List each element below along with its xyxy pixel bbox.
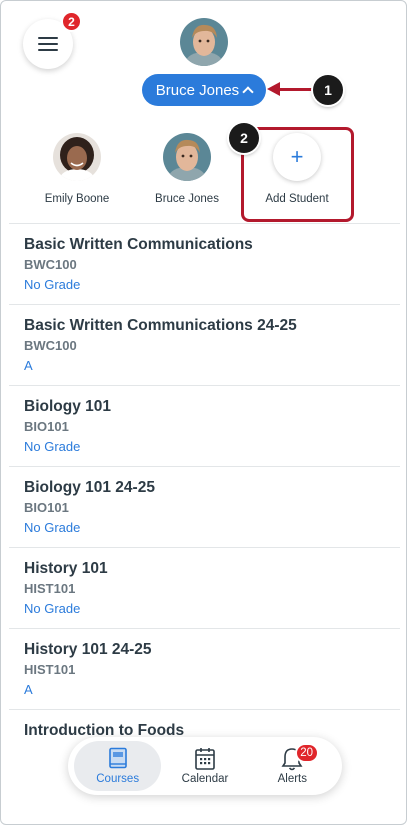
tab-courses[interactable]: Courses <box>74 741 162 791</box>
tab-alerts-label: Alerts <box>277 773 308 785</box>
list-item[interactable]: History 101 HIST101 No Grade <box>9 547 400 628</box>
tab-calendar[interactable]: Calendar <box>161 741 248 791</box>
course-code: BIO101 <box>24 419 69 434</box>
menu-badge: 2 <box>61 11 82 32</box>
list-item[interactable]: Biology 101 BIO101 No Grade <box>9 385 400 466</box>
add-student-label: Add Student <box>265 193 329 205</box>
course-name: History 101 24-25 <box>24 641 152 658</box>
avatar[interactable] <box>180 18 228 66</box>
callout-arrow-line <box>279 88 315 91</box>
list-item[interactable]: Basic Written Communications BWC100 No G… <box>9 223 400 304</box>
course-name: Basic Written Communications 24-25 <box>24 317 297 334</box>
course-code: BIO101 <box>24 500 69 515</box>
callout-arrow-head <box>267 82 280 96</box>
app-screen: 2 Bruce Jones 1 Emily Boone Bruce Jones … <box>0 0 407 825</box>
list-item[interactable]: History 101 24-25 HIST101 A <box>9 628 400 709</box>
course-grade: A <box>24 358 33 373</box>
course-code: BWC100 <box>24 338 77 353</box>
student-emily-boone[interactable]: Emily Boone <box>32 133 122 205</box>
course-name: Basic Written Communications <box>24 236 253 253</box>
tab-calendar-label: Calendar <box>181 773 229 785</box>
student-selector-label: Bruce Jones <box>155 81 240 99</box>
course-code: BWC100 <box>24 257 77 272</box>
course-grade: No Grade <box>24 520 81 535</box>
course-name: History 101 <box>24 560 108 577</box>
course-name: Biology 101 <box>24 398 111 415</box>
plus-icon: + <box>273 133 321 181</box>
alerts-badge: 20 <box>294 743 319 763</box>
avatar <box>163 133 211 181</box>
course-list: Basic Written Communications BWC100 No G… <box>9 223 400 790</box>
book-icon <box>108 747 128 771</box>
course-grade: No Grade <box>24 601 81 616</box>
course-grade: A <box>24 682 33 697</box>
calendar-icon <box>194 747 216 771</box>
tab-alerts[interactable]: Alerts 20 <box>249 741 336 791</box>
student-bruce-jones[interactable]: Bruce Jones <box>142 133 232 205</box>
callout-number-2: 2 <box>229 123 259 153</box>
list-item[interactable]: Biology 101 24-25 BIO101 No Grade <box>9 466 400 547</box>
student-name: Emily Boone <box>44 193 110 205</box>
list-item[interactable]: Basic Written Communications 24-25 BWC10… <box>9 304 400 385</box>
bottom-nav: Courses Calendar Alerts 20 <box>68 737 342 795</box>
hamburger-icon <box>38 37 58 51</box>
callout-number-1: 1 <box>313 75 343 105</box>
course-grade: No Grade <box>24 439 81 454</box>
course-name: Biology 101 24-25 <box>24 479 155 496</box>
tab-courses-label: Courses <box>96 773 140 785</box>
course-code: HIST101 <box>24 662 76 677</box>
course-code: HIST101 <box>24 581 76 596</box>
student-selector-button[interactable]: Bruce Jones <box>142 74 266 106</box>
student-name: Bruce Jones <box>155 193 219 205</box>
course-grade: No Grade <box>24 277 81 292</box>
avatar <box>53 133 101 181</box>
add-student-button[interactable]: + Add Student <box>252 133 342 205</box>
chevron-up-icon <box>242 86 254 98</box>
